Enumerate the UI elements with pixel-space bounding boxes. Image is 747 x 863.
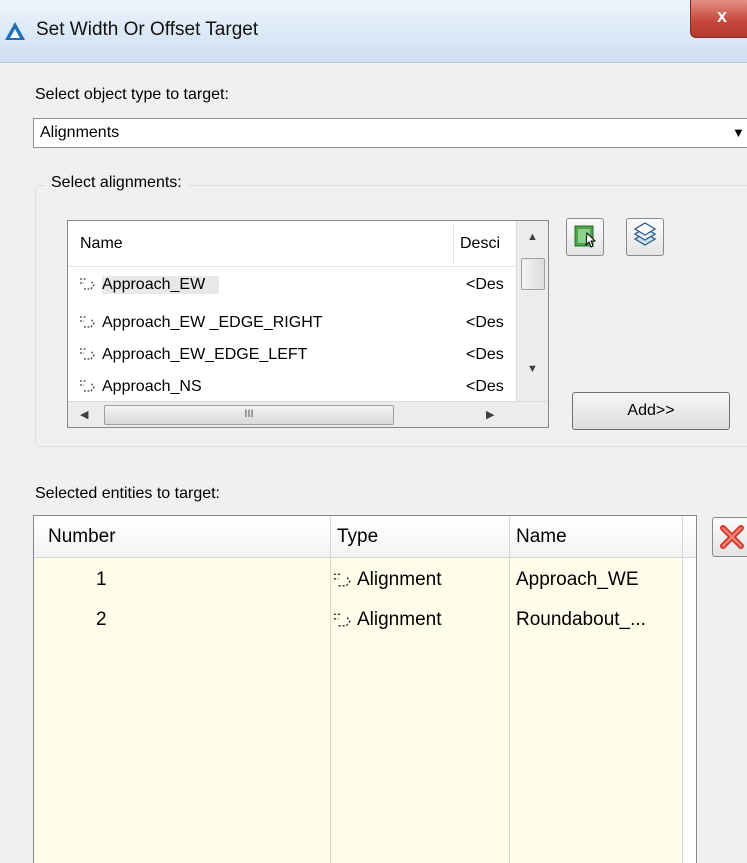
alignment-description: <Des [466, 276, 504, 293]
alignments-list[interactable]: Name Desci Approach_EW <Des Approach_EW … [67, 220, 549, 428]
alignment-description: <Des [466, 346, 504, 363]
alignments-group-title: Select alignments: [45, 174, 188, 192]
object-type-label: Select object type to target: [35, 86, 229, 103]
list-item[interactable]: Approach_EW <Des [68, 271, 516, 301]
civil3d-app-icon [5, 22, 25, 40]
list-item[interactable]: Approach_EW _EDGE_RIGHT <Des [68, 309, 516, 339]
column-header-name[interactable]: Name [510, 516, 683, 558]
alignment-icon [80, 278, 95, 290]
pick-from-drawing-button[interactable] [566, 218, 604, 256]
alignment-icon [333, 613, 351, 627]
entity-type-text: Alignment [357, 609, 442, 630]
add-button[interactable]: Add>> [572, 392, 730, 430]
pick-from-drawing-icon [574, 225, 597, 248]
window-title: Set Width Or Offset Target [36, 19, 259, 40]
object-type-value: Alignments [40, 124, 120, 141]
vertical-scrollbar[interactable]: ▲ ▼ [516, 221, 548, 401]
table-row[interactable]: 2 Alignment Roundabout_... [34, 601, 696, 641]
alignment-name: Approach_EW_EDGE_LEFT [102, 346, 308, 363]
alignment-icon [333, 573, 351, 587]
table-row[interactable]: 1 Alignment Approach_WE [34, 561, 696, 601]
alignment-name: Approach_EW _EDGE_RIGHT [102, 314, 323, 331]
selected-entities-table[interactable]: Number Type Name 1 Alignment Approach_WE… [33, 515, 697, 863]
entity-name: Roundabout_... [516, 609, 646, 630]
list-item[interactable]: Approach_NS <Des [68, 373, 516, 403]
column-header-number[interactable]: Number [34, 516, 331, 558]
scroll-right-icon[interactable]: ▶ [486, 408, 494, 421]
scroll-up-icon[interactable]: ▲ [527, 231, 538, 243]
scroll-down-icon[interactable]: ▼ [527, 363, 538, 375]
column-header-name[interactable]: Name [80, 235, 123, 253]
alignment-icon [80, 348, 95, 360]
select-by-layer-button[interactable] [626, 218, 664, 256]
alignment-name: Approach_NS [102, 378, 202, 395]
entity-type-text: Alignment [357, 569, 442, 590]
scroll-thumb[interactable]: III [104, 405, 394, 425]
remove-button[interactable] [712, 517, 747, 557]
title-bar: Set Width Or Offset Target x [0, 0, 747, 63]
column-header-filler [683, 516, 696, 558]
alignment-description: <Des [466, 314, 504, 331]
entity-type: Alignment [331, 569, 442, 591]
entity-number: 1 [96, 569, 107, 590]
scroll-left-icon[interactable]: ◀ [80, 408, 88, 421]
entity-number: 2 [96, 609, 107, 630]
horizontal-scrollbar[interactable]: ◀ III ▶ [68, 401, 548, 427]
close-button[interactable]: x [690, 0, 747, 38]
column-divider [453, 225, 454, 263]
layers-icon [633, 222, 657, 246]
list-item[interactable]: Approach_EW_EDGE_LEFT <Des [68, 341, 516, 371]
chevron-down-icon: ▼ [732, 125, 745, 140]
alignment-description: <Des [466, 378, 504, 395]
alignment-icon [80, 316, 95, 328]
selected-entities-label: Selected entities to target: [35, 485, 220, 502]
list-header: Name Desci [68, 221, 516, 267]
delete-icon [720, 525, 744, 549]
object-type-dropdown[interactable]: Alignments ▼ [33, 118, 747, 148]
column-header-type[interactable]: Type [331, 516, 510, 558]
scroll-thumb[interactable] [521, 258, 545, 290]
entity-type: Alignment [331, 609, 442, 631]
alignment-icon [80, 380, 95, 392]
alignment-name: Approach_EW [102, 276, 220, 294]
column-header-description[interactable]: Desci [460, 235, 500, 253]
entity-name: Approach_WE [516, 569, 639, 590]
